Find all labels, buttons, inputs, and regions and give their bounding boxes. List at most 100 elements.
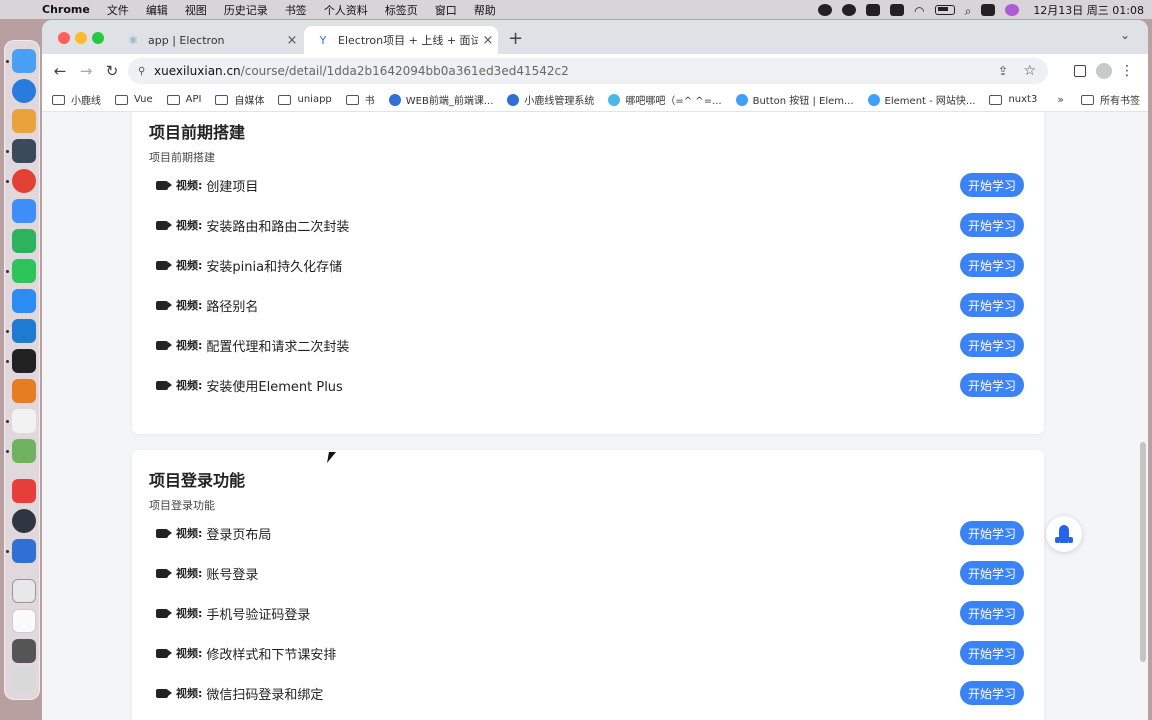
chrome-icon[interactable]: [12, 169, 36, 193]
start-learning-button[interactable]: 开始学习: [960, 213, 1024, 237]
control-center-icon[interactable]: [981, 3, 996, 16]
wps-office-icon[interactable]: [12, 479, 36, 503]
screen-recorder-icon[interactable]: [12, 139, 36, 163]
menu-help[interactable]: 帮助: [474, 2, 496, 18]
forward-arrow-icon[interactable]: →: [73, 62, 99, 80]
bookmark-item[interactable]: 小鹿线管理系统: [507, 92, 594, 107]
folder-icon: [52, 94, 65, 105]
input-method-icon[interactable]: [890, 3, 905, 16]
reload-icon[interactable]: ↻: [99, 62, 125, 80]
lesson-type-label: 视频:: [176, 607, 203, 620]
menu-history[interactable]: 历史记录: [224, 2, 268, 18]
sketch-icon[interactable]: [12, 439, 36, 463]
xiaoluxian-app-icon[interactable]: [12, 539, 36, 563]
start-learning-button[interactable]: 开始学习: [960, 681, 1024, 705]
section-card: 项目登录功能 项目登录功能 视频: 登录页布局 开始学习 视频: 账号登录 开始学习 视频: 手机…: [132, 450, 1044, 720]
feishu-icon[interactable]: [12, 289, 36, 313]
bookmark-item[interactable]: 自媒体: [215, 92, 264, 107]
start-learning-button[interactable]: 开始学习: [960, 333, 1024, 357]
trash-icon[interactable]: [12, 667, 36, 691]
lesson-type-label: 视频:: [176, 567, 203, 580]
start-learning-button[interactable]: 开始学习: [960, 373, 1024, 397]
bookmark-item[interactable]: 哪吧哪吧（=^ ^=...: [608, 92, 722, 107]
close-tab-icon[interactable]: ×: [478, 33, 498, 48]
start-learning-button[interactable]: 开始学习: [960, 173, 1024, 197]
electron-icon[interactable]: [12, 509, 36, 533]
start-learning-button[interactable]: 开始学习: [960, 293, 1024, 317]
back-arrow-icon[interactable]: ←: [47, 62, 73, 80]
wechat-icon[interactable]: [12, 259, 36, 283]
hbuilder-icon[interactable]: [12, 229, 36, 253]
cloud-sync-icon[interactable]: [842, 3, 857, 16]
baidu-netdisk-icon[interactable]: [12, 199, 36, 223]
menu-file[interactable]: 文件: [107, 2, 129, 18]
side-panel-icon[interactable]: [1074, 65, 1086, 77]
share-icon[interactable]: ⇪: [998, 64, 1008, 78]
all-bookmarks-button[interactable]: 所有书签: [1081, 92, 1140, 107]
close-window-button[interactable]: [58, 32, 70, 44]
start-learning-button[interactable]: 开始学习: [960, 561, 1024, 585]
profile-avatar-icon[interactable]: [1096, 63, 1112, 79]
terminal-icon[interactable]: [12, 349, 36, 373]
spotlight-search-icon[interactable]: ⌕: [965, 4, 972, 18]
more-menu-icon[interactable]: ⋮: [1120, 63, 1134, 79]
site-info-icon[interactable]: ⚲: [138, 66, 154, 77]
close-tab-icon[interactable]: ×: [282, 33, 302, 48]
bookmark-item[interactable]: 小鹿线: [52, 92, 101, 107]
vscode-icon[interactable]: [12, 319, 36, 343]
bookmark-item[interactable]: Element - 网站快...: [867, 92, 975, 107]
running-indicator: [6, 270, 9, 273]
menu-app-name[interactable]: Chrome: [42, 3, 90, 16]
bookmark-item[interactable]: Button 按钮 | Elem...: [735, 92, 854, 107]
menu-bookmarks[interactable]: 书签: [285, 2, 307, 18]
siri-icon[interactable]: [1005, 3, 1020, 16]
finder-icon[interactable]: [12, 49, 36, 73]
menu-window[interactable]: 窗口: [435, 2, 457, 18]
bookmark-item[interactable]: nuxt3: [989, 94, 1037, 105]
macos-menubar: Chrome 文件 编辑 视图 历史记录 书签 个人资料 标签页 窗口 帮助 ◠…: [0, 0, 1152, 19]
start-learning-button[interactable]: 开始学习: [960, 253, 1024, 277]
tab-search-chevron-icon[interactable]: ⌄: [1120, 28, 1130, 42]
bookmark-star-icon[interactable]: ☆: [1023, 63, 1036, 79]
back-to-top-button[interactable]: [1046, 516, 1082, 552]
record-icon[interactable]: [818, 3, 833, 16]
menu-tabs[interactable]: 标签页: [385, 2, 418, 18]
lesson-row: 视频: 安装路由和路由二次封装 开始学习: [156, 212, 1024, 238]
lesson-type-label: 视频:: [176, 379, 203, 392]
minimize-window-button[interactable]: [75, 32, 87, 44]
menu-profiles[interactable]: 个人资料: [324, 2, 368, 18]
document-thumbnail-icon[interactable]: [12, 609, 36, 633]
tab-strip: ⚛ app | Electron × Y Electron项目 + 上线 + 面…: [42, 20, 1148, 54]
video-camera-icon: [156, 608, 172, 618]
image-thumbnail-icon[interactable]: [12, 639, 36, 663]
start-learning-button[interactable]: 开始学习: [960, 641, 1024, 665]
menu-edit[interactable]: 编辑: [146, 2, 168, 18]
launchpad-icon[interactable]: [12, 109, 36, 133]
bookmark-item[interactable]: uniapp: [278, 94, 332, 105]
chrome-window: ⚛ app | Electron × Y Electron项目 + 上线 + 面…: [42, 20, 1148, 720]
address-bar[interactable]: ⚲ xuexiluxian.cn /course/detail/1dda2b16…: [128, 58, 1048, 84]
safari-icon[interactable]: [12, 79, 36, 103]
tab-course-detail[interactable]: Y Electron项目 + 上线 + 面试_WE ×: [304, 26, 498, 54]
fullscreen-window-button[interactable]: [92, 32, 104, 44]
bookmark-item[interactable]: WEB前端_前端课...: [388, 92, 493, 107]
start-learning-button[interactable]: 开始学习: [960, 521, 1024, 545]
tab-app-electron[interactable]: ⚛ app | Electron ×: [114, 26, 302, 54]
wifi-icon[interactable]: ◠: [914, 4, 924, 18]
page-scrollbar[interactable]: [1140, 442, 1146, 662]
sublime-text-icon[interactable]: [12, 379, 36, 403]
bookmark-item[interactable]: Vue: [115, 94, 153, 105]
window-thumbnail-icon[interactable]: [12, 579, 36, 603]
bookmark-item[interactable]: 书: [345, 92, 375, 107]
menubar-clock[interactable]: 12月13日 周三 01:08: [1033, 2, 1144, 18]
battery-icon[interactable]: [934, 4, 955, 15]
typora-icon[interactable]: [12, 409, 36, 433]
all-bookmarks-label: 所有书签: [1100, 96, 1140, 107]
bookmarks-overflow-icon[interactable]: »: [1057, 93, 1064, 106]
new-tab-icon[interactable]: +: [508, 28, 523, 49]
wps-icon[interactable]: [866, 3, 881, 16]
lesson-row: 视频: 手机号验证码登录 开始学习: [156, 600, 1024, 626]
menu-view[interactable]: 视图: [185, 2, 207, 18]
start-learning-button[interactable]: 开始学习: [960, 601, 1024, 625]
bookmark-item[interactable]: API: [166, 94, 201, 105]
